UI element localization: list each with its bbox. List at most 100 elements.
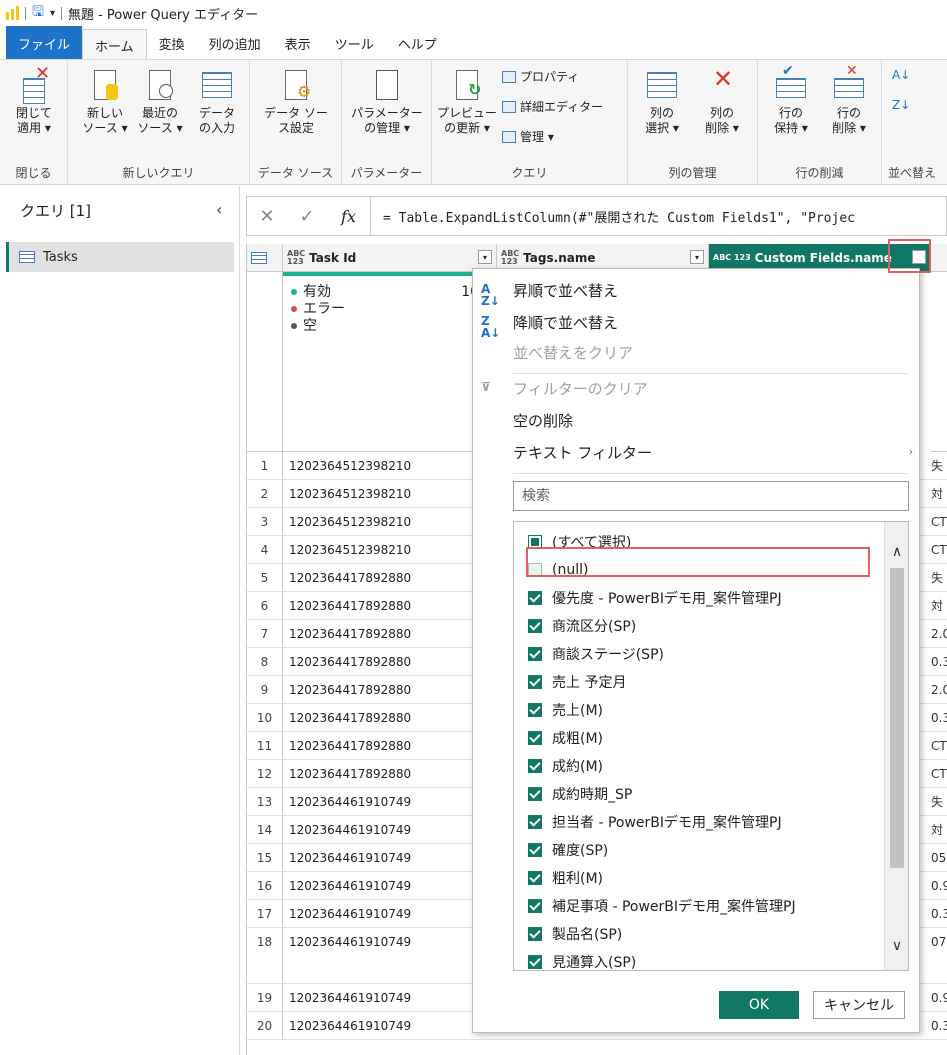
checkbox-item[interactable]: 担当者 - PowerBIデモ用_案件管理PJ xyxy=(528,808,782,836)
checkbox-item[interactable]: 商談ステージ(SP) xyxy=(528,640,664,668)
quick-access-dropdown-icon[interactable]: ▾ xyxy=(50,8,55,19)
scroll-thumb[interactable] xyxy=(890,568,904,868)
next-column-cell[interactable]: 0.3 xyxy=(931,704,947,732)
task-id-cell[interactable]: 1202364512398210 xyxy=(289,508,411,536)
confirm-formula-icon[interactable]: ✓ xyxy=(287,206,327,227)
next-column-cell[interactable]: 0.3 xyxy=(931,648,947,676)
next-column-cell[interactable]: CT xyxy=(931,732,947,760)
close-apply-button[interactable]: ✕ 閉じて 適用 ▾ xyxy=(8,65,60,136)
remove-columns-button[interactable]: ✕ 列の 削除 ▾ xyxy=(694,67,750,136)
tab-tools[interactable]: ツール xyxy=(323,26,386,60)
manage-button[interactable]: 管理 ▾ xyxy=(502,128,554,145)
refresh-preview-button[interactable]: ↻ プレビュー の更新 ▾ xyxy=(436,68,498,136)
choose-columns-button[interactable]: 列の 選択 ▾ xyxy=(634,68,690,136)
next-column-cell[interactable]: CT xyxy=(931,760,947,788)
remove-empty-item[interactable]: 空の削除 xyxy=(513,409,573,433)
advanced-editor-button[interactable]: 詳細エディター xyxy=(502,98,603,115)
checkbox-item[interactable]: 確度(SP) xyxy=(528,836,608,864)
next-column-cell[interactable]: 失 xyxy=(931,788,947,816)
scroll-up-icon[interactable]: ∧ xyxy=(885,544,908,560)
task-id-cell[interactable]: 1202364512398210 xyxy=(289,452,411,480)
task-id-cell[interactable]: 1202364512398210 xyxy=(289,536,411,564)
task-id-cell[interactable]: 1202364417892880 xyxy=(289,676,411,704)
tab-add-column[interactable]: 列の追加 xyxy=(197,26,273,60)
filter-search-input[interactable]: 検索 xyxy=(513,481,909,511)
checkbox-icon[interactable] xyxy=(528,675,542,689)
save-icon[interactable]: 🖫 xyxy=(32,1,44,25)
next-column-cell[interactable]: CT xyxy=(931,508,947,536)
new-source-button[interactable]: 新しい ソース ▾ xyxy=(78,68,132,136)
checkbox-icon[interactable] xyxy=(528,731,542,745)
datasource-settings-button[interactable]: ⚙ データ ソー ス設定 xyxy=(258,68,334,136)
checkbox-item[interactable]: 優先度 - PowerBIデモ用_案件管理PJ xyxy=(528,584,782,612)
task-id-cell[interactable]: 1202364461910749 xyxy=(289,872,411,900)
tab-view[interactable]: 表示 xyxy=(273,26,323,60)
task-id-cell[interactable]: 1202364417892880 xyxy=(289,620,411,648)
next-column-cell[interactable]: 0.3 xyxy=(931,900,947,928)
scroll-down-icon[interactable]: ∨ xyxy=(885,938,908,954)
checkbox-item[interactable]: 見通算入(SP) xyxy=(528,948,636,970)
checkbox-icon[interactable] xyxy=(528,647,542,661)
checkbox-item[interactable]: 粗利(M) xyxy=(528,864,603,892)
task-id-cell[interactable]: 1202364461910749 xyxy=(289,788,411,816)
next-column-cell[interactable]: 対 xyxy=(931,592,947,620)
table-menu-button[interactable] xyxy=(247,244,283,272)
column-filter-dropdown-icon[interactable]: ▾ xyxy=(478,250,492,264)
task-id-cell[interactable]: 1202364417892880 xyxy=(289,704,411,732)
checkbox-icon[interactable] xyxy=(528,927,542,941)
ok-button[interactable]: OK xyxy=(719,991,799,1019)
next-column-cell[interactable]: 2.0 xyxy=(931,620,947,648)
cancel-formula-icon[interactable]: ✕ xyxy=(247,206,287,227)
next-column-cell[interactable]: 失 xyxy=(931,452,947,480)
next-column-cell[interactable]: 0.9 xyxy=(931,872,947,900)
checkbox-item[interactable]: 成約(M) xyxy=(528,752,603,780)
cancel-button[interactable]: キャンセル xyxy=(813,991,905,1019)
clear-filter-item[interactable]: フィルターのクリア xyxy=(513,377,648,401)
next-column-cell[interactable]: 対 xyxy=(931,480,947,508)
next-column-cell[interactable]: 失 xyxy=(931,564,947,592)
checkbox-icon[interactable] xyxy=(528,955,542,969)
column-header-task-id[interactable]: ABC 123 Task Id ▾ xyxy=(283,244,497,272)
next-column-cell[interactable]: 07 xyxy=(931,928,947,956)
checkbox-icon[interactable] xyxy=(528,591,542,605)
sort-ascending-item[interactable]: 昇順で並べ替え xyxy=(513,279,618,303)
task-id-cell[interactable]: 1202364417892880 xyxy=(289,592,411,620)
text-filter-item[interactable]: テキスト フィルター › xyxy=(513,441,913,465)
task-id-cell[interactable]: 1202364417892880 xyxy=(289,648,411,676)
checkbox-icon[interactable] xyxy=(528,759,542,773)
column-filter-dropdown-icon[interactable]: ▾ xyxy=(690,250,704,264)
next-column-cell[interactable]: 2.0 xyxy=(931,676,947,704)
clear-sort-item[interactable]: 並べ替えをクリア xyxy=(513,341,633,365)
checkbox-item[interactable]: 売上(M) xyxy=(528,696,603,724)
formula-text[interactable]: = Table.ExpandListColumn(#"展開された Custom … xyxy=(371,207,855,226)
checkbox-item[interactable]: 成粗(M) xyxy=(528,724,603,752)
checkbox-item[interactable]: 補足事項 - PowerBIデモ用_案件管理PJ xyxy=(528,892,796,920)
task-id-cell[interactable]: 1202364417892880 xyxy=(289,760,411,788)
tab-transform[interactable]: 変換 xyxy=(147,26,197,60)
sort-desc-ribbon-icon[interactable]: Z↓ xyxy=(892,98,910,112)
query-item-tasks[interactable]: Tasks xyxy=(6,242,234,272)
next-column-cell[interactable]: 0.3 xyxy=(931,1012,947,1040)
checkbox-icon[interactable] xyxy=(528,815,542,829)
task-id-cell[interactable]: 1202364461910749 xyxy=(289,984,411,1012)
checkbox-icon[interactable] xyxy=(528,619,542,633)
next-column-cell[interactable]: 0.9 xyxy=(931,984,947,1012)
collapse-chevron-icon[interactable]: ‹ xyxy=(216,200,222,219)
enter-data-button[interactable]: データ の入力 xyxy=(190,68,244,136)
checkbox-icon[interactable] xyxy=(528,843,542,857)
recent-source-button[interactable]: 最近の ソース ▾ xyxy=(132,68,188,136)
checkbox-icon[interactable] xyxy=(528,871,542,885)
sort-descending-item[interactable]: 降順で並べ替え xyxy=(513,311,618,335)
task-id-cell[interactable]: 1202364461910749 xyxy=(289,900,411,928)
checklist-scrollbar[interactable]: ∧ ∨ xyxy=(884,522,908,970)
task-id-cell[interactable]: 1202364417892880 xyxy=(289,564,411,592)
task-id-cell[interactable]: 1202364461910749 xyxy=(289,816,411,844)
remove-rows-button[interactable]: ✕ 行の 削除 ▾ xyxy=(822,64,876,136)
next-column-cell[interactable]: CT xyxy=(931,536,947,564)
task-id-cell[interactable]: 1202364417892880 xyxy=(289,732,411,760)
checkbox-icon[interactable] xyxy=(528,787,542,801)
tab-home[interactable]: ホーム xyxy=(82,29,147,60)
checkbox-item[interactable]: 商流区分(SP) xyxy=(528,612,636,640)
checkbox-icon[interactable] xyxy=(528,703,542,717)
next-column-cell[interactable]: 05 xyxy=(931,844,947,872)
